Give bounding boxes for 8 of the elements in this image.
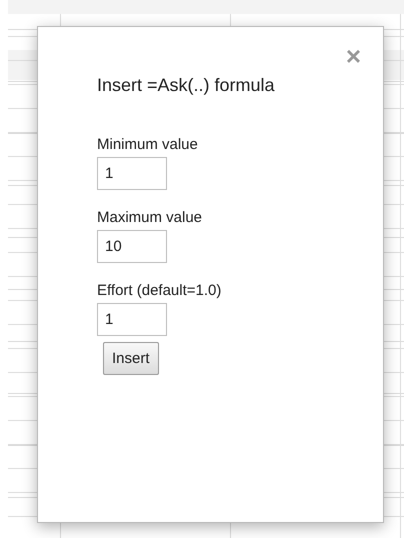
input-field[interactable]: 10 bbox=[97, 230, 167, 263]
input-field[interactable]: 1 bbox=[97, 303, 167, 336]
field-label: Minimum value bbox=[97, 136, 199, 153]
dialog-title: Insert =Ask(..) formula bbox=[97, 75, 276, 96]
field-label: Effort (default=1.0) bbox=[97, 282, 222, 299]
input-field[interactable]: 1 bbox=[97, 157, 167, 190]
insert-button[interactable]: Insert bbox=[103, 342, 159, 375]
field-label: Maximum value bbox=[97, 209, 204, 226]
